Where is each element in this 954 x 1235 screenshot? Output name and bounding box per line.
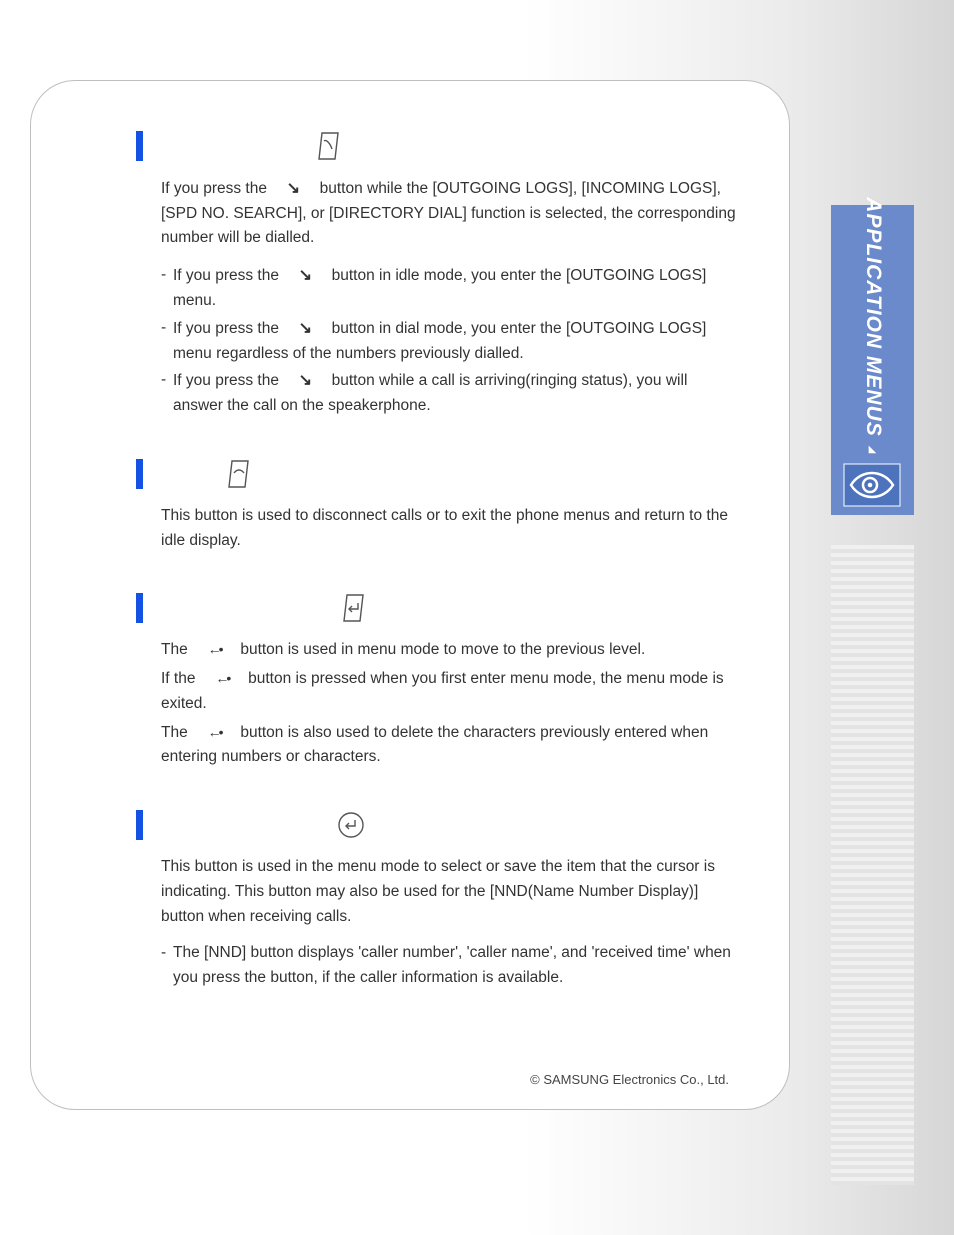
content-inner: If you press the ↘ button while the [OUT… (31, 81, 789, 1051)
dash: - (161, 941, 171, 991)
eye-icon (843, 463, 901, 507)
enter-key-icon (336, 810, 366, 849)
end-body: This button is used to disconnect calls … (161, 504, 739, 554)
sidebar-tab: APPLICATION MENUS ◣ (831, 205, 914, 515)
send-arrow-icon: ↘ (283, 316, 327, 342)
sidebar-title: APPLICATION MENUS (861, 197, 885, 436)
content-frame: If you press the ↘ button while the [OUT… (30, 80, 790, 1110)
section-accent-bar (136, 459, 143, 489)
back-arrow-icon: ←• (192, 721, 236, 743)
text: If the (161, 670, 200, 687)
dash: - (161, 316, 171, 367)
text: The [NND] button displays 'caller number… (171, 941, 739, 991)
text: If you press the (173, 372, 283, 389)
triangle-icon: ◣ (869, 444, 877, 455)
section-send: If you press the ↘ button while the [OUT… (161, 131, 739, 419)
dash: - (161, 368, 171, 419)
text: This button is used to disconnect calls … (161, 504, 739, 554)
cancel-body: The ←• button is used in menu mode to mo… (161, 638, 739, 770)
send-list: - If you press the ↘ button in idle mode… (161, 263, 739, 419)
section-accent-bar (136, 593, 143, 623)
end-key-icon (226, 459, 252, 498)
section-end: This button is used to disconnect calls … (161, 459, 739, 553)
copyright-footer: © SAMSUNG Electronics Co., Ltd. (530, 1072, 729, 1087)
back-arrow-icon: ←• (192, 638, 236, 660)
cancel-key-icon (341, 593, 367, 632)
text: If you press the (161, 180, 271, 197)
dash: - (161, 263, 171, 314)
text: If you press the (173, 267, 283, 284)
page: If you press the ↘ button while the [OUT… (0, 0, 954, 1235)
list-item: - If you press the ↘ button while a call… (161, 368, 739, 419)
section-accent-bar (136, 810, 143, 840)
text: The (161, 641, 192, 658)
send-arrow-icon: ↘ (271, 176, 315, 202)
send-arrow-icon: ↘ (283, 368, 327, 394)
section-cancel: The ←• button is used in menu mode to mo… (161, 593, 739, 770)
text: button is used in menu mode to move to t… (240, 641, 645, 658)
section-accent-bar (136, 131, 143, 161)
enter-list: - The [NND] button displays 'caller numb… (161, 941, 739, 991)
sidebar: APPLICATION MENUS ◣ (831, 205, 914, 1185)
back-arrow-icon: ←• (200, 667, 244, 689)
text: This button is used in the menu mode to … (161, 855, 739, 929)
list-item: - If you press the ↘ button in idle mode… (161, 263, 739, 314)
enter-body: This button is used in the menu mode to … (161, 855, 739, 991)
text: If you press the (173, 320, 283, 337)
send-key-icon (316, 131, 342, 170)
text: button is pressed when you first enter m… (161, 670, 724, 712)
text: button is also used to delete the charac… (161, 724, 708, 766)
list-item: - If you press the ↘ button in dial mode… (161, 316, 739, 367)
send-body: If you press the ↘ button while the [OUT… (161, 176, 739, 419)
text: The (161, 724, 192, 741)
sidebar-stripes (831, 545, 914, 1185)
send-arrow-icon: ↘ (283, 263, 327, 289)
section-enter: This button is used in the menu mode to … (161, 810, 739, 991)
list-item: - The [NND] button displays 'caller numb… (161, 941, 739, 991)
